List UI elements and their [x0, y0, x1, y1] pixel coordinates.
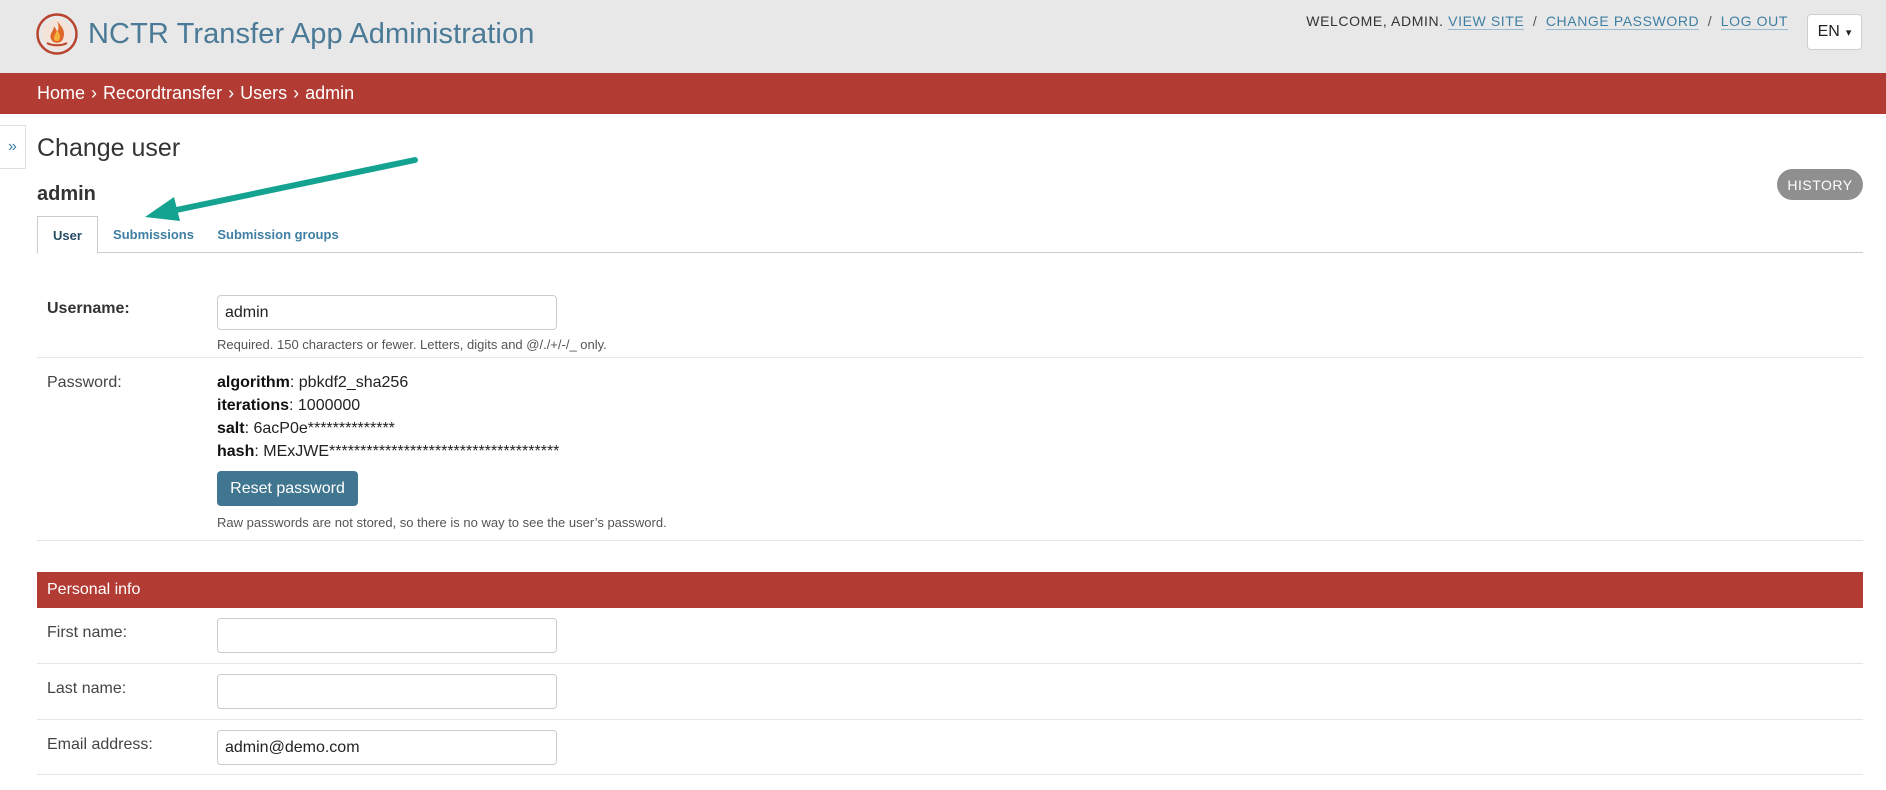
- personal-info-caption: Personal info: [37, 572, 1863, 608]
- password-salt: salt: 6acP0e**************: [217, 420, 395, 438]
- breadcrumb-current: admin: [305, 83, 355, 103]
- site-branding[interactable]: NCTR Transfer App Administration: [36, 12, 534, 56]
- last-name-input[interactable]: [217, 674, 557, 709]
- user-tools: WELCOME, ADMIN. VIEW SITE / CHANGE PASSW…: [1306, 13, 1788, 30]
- breadcrumb: Home › Recordtransfer › Users › admin: [0, 73, 1886, 114]
- password-algorithm-key: algorithm: [217, 374, 290, 391]
- last-name-label: Last name:: [47, 680, 127, 697]
- breadcrumb-separator: ›: [228, 83, 235, 103]
- password-hash-key: hash: [217, 443, 255, 460]
- form-row-email: Email address: admin@demo.com: [37, 720, 1863, 775]
- reset-password-button[interactable]: Reset password: [217, 471, 358, 506]
- object-title: admin: [37, 183, 96, 205]
- password-help-text: Raw passwords are not stored, so there i…: [217, 515, 667, 530]
- username-help-text: Required. 150 characters or fewer. Lette…: [217, 337, 607, 352]
- email-label: Email address:: [47, 736, 153, 753]
- log-out-link[interactable]: LOG OUT: [1720, 13, 1788, 30]
- first-name-label: First name:: [47, 624, 128, 641]
- password-iterations-key: iterations: [217, 397, 290, 414]
- site-header: NCTR Transfer App Administration WELCOME…: [0, 0, 1886, 73]
- change-password-link[interactable]: CHANGE PASSWORD: [1545, 13, 1700, 30]
- welcome-username: ADMIN.: [1391, 13, 1444, 29]
- separator: /: [1707, 13, 1713, 29]
- annotation-arrow-icon: [145, 157, 418, 221]
- username-label: Username:: [47, 300, 130, 317]
- first-name-input[interactable]: [217, 618, 557, 653]
- breadcrumb-users[interactable]: Users: [240, 83, 287, 104]
- tab-user[interactable]: User: [37, 216, 98, 254]
- form-row-password: Password: algorithm: pbkdf2_sha256 itera…: [37, 358, 1863, 541]
- history-button[interactable]: HISTORY: [1777, 169, 1863, 200]
- breadcrumb-home[interactable]: Home: [37, 83, 85, 104]
- view-site-link[interactable]: VIEW SITE: [1448, 13, 1525, 30]
- breadcrumb-separator: ›: [293, 83, 300, 103]
- flame-logo-icon: [36, 13, 78, 55]
- language-value: EN: [1817, 23, 1840, 40]
- form-row-last-name: Last name:: [37, 664, 1863, 720]
- nav-sidebar-toggle[interactable]: »: [0, 125, 26, 169]
- password-salt-key: salt: [217, 420, 245, 437]
- chevron-down-icon: ▾: [1845, 26, 1852, 39]
- password-iterations: iterations: 1000000: [217, 397, 360, 415]
- form-row-first-name: First name:: [37, 608, 1863, 664]
- breadcrumb-recordtransfer[interactable]: Recordtransfer: [103, 83, 222, 104]
- password-iterations-value: : 1000000: [289, 397, 361, 414]
- form-row-username: Username: admin Required. 150 characters…: [37, 282, 1863, 358]
- email-input[interactable]: admin@demo.com: [217, 730, 557, 765]
- site-title: NCTR Transfer App Administration: [88, 17, 535, 50]
- password-hash: hash: MExJWE****************************…: [217, 443, 559, 461]
- password-algorithm-value: : pbkdf2_sha256: [289, 374, 409, 391]
- password-hash-value: : MExJWE********************************…: [254, 443, 560, 460]
- password-algorithm: algorithm: pbkdf2_sha256: [217, 374, 408, 392]
- username-input[interactable]: admin: [217, 295, 557, 330]
- welcome-text: WELCOME,: [1306, 13, 1388, 29]
- password-salt-value: : 6acP0e**************: [244, 420, 395, 437]
- language-select[interactable]: EN ▾: [1807, 14, 1862, 50]
- password-label: Password:: [47, 374, 122, 391]
- separator: /: [1532, 13, 1538, 29]
- breadcrumb-separator: ›: [91, 83, 98, 103]
